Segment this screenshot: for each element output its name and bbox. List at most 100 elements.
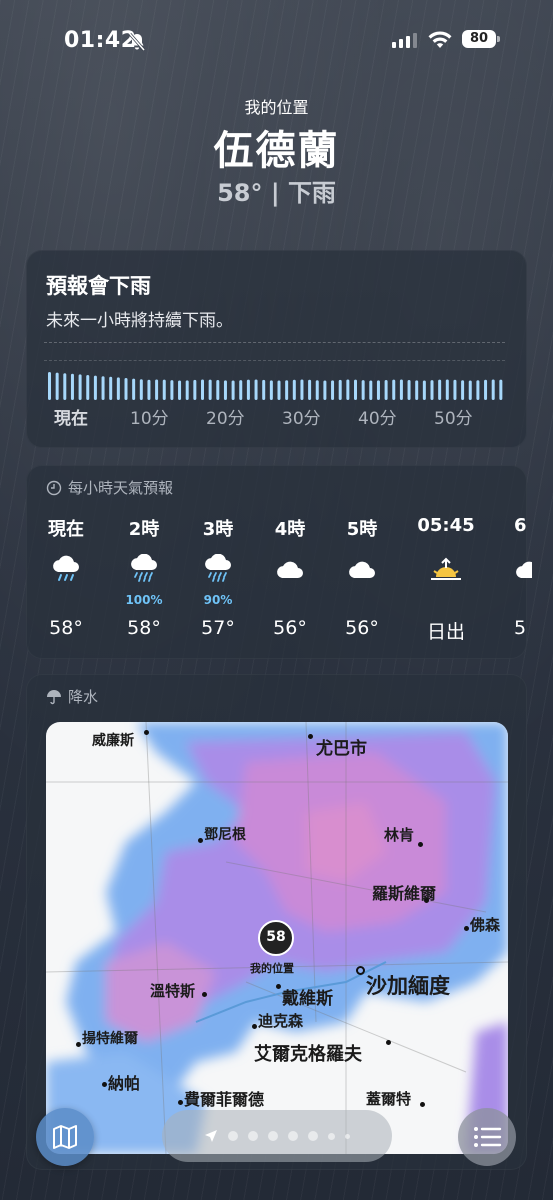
precip-bar	[292, 379, 296, 400]
map-city-fairfield[interactable]: 費爾菲爾德	[184, 1086, 264, 1110]
map-city-napa[interactable]: 納帕	[108, 1070, 140, 1094]
precip-bar	[70, 373, 74, 400]
chart-gridline	[44, 360, 505, 361]
precip-bar	[399, 379, 403, 400]
precip-bar	[231, 380, 235, 400]
precip-chance	[412, 593, 480, 607]
precip-bar	[445, 379, 449, 400]
precip-bar	[331, 380, 335, 400]
cloud-icon	[260, 541, 320, 597]
city-dot	[76, 1042, 81, 1047]
precip-bar	[323, 380, 327, 400]
precip-bar	[361, 380, 365, 400]
my-location-label: 我的位置	[250, 962, 294, 975]
precip-bar	[269, 380, 273, 400]
umbrella-icon	[47, 689, 61, 704]
precip-bar	[338, 379, 342, 400]
page-dot[interactable]	[308, 1131, 318, 1141]
my-location-marker[interactable]: 58	[258, 920, 294, 956]
hour-temp: 58°	[49, 617, 83, 639]
map-city-vacaville[interactable]: 揚特維爾	[82, 1028, 138, 1048]
precip-bar	[116, 377, 120, 400]
page-dot[interactable]	[288, 1131, 298, 1141]
precip-bar	[262, 379, 266, 400]
map-city-folsom[interactable]: 佛森	[470, 914, 500, 935]
page-dot[interactable]	[228, 1131, 238, 1141]
hour-item: 5時 56°	[332, 515, 392, 639]
chart-gridline	[44, 342, 505, 343]
precip-bar	[162, 379, 166, 400]
map-city-williams[interactable]: 威廉斯	[92, 730, 134, 750]
list-icon	[474, 1127, 502, 1147]
clock-icon	[46, 480, 62, 495]
precip-bar	[491, 379, 495, 400]
precipitation-map-card[interactable]: 降水 威廉斯 尤巴市 鄧尼根 林肯 羅斯維爾 佛森 58 我的位置 溫特斯 戴維…	[26, 674, 527, 1170]
precip-bar	[308, 379, 312, 400]
tick-label: 現在	[54, 409, 88, 429]
heavy-rain-cloud-icon	[188, 541, 248, 597]
page-dot[interactable]	[268, 1131, 278, 1141]
silent-bell-icon	[128, 33, 146, 51]
map-city-dixon[interactable]: 迪克森	[258, 1010, 303, 1031]
map-button[interactable]	[36, 1108, 94, 1166]
cloud-icon	[332, 541, 392, 597]
next-hour-precip-card[interactable]: 預報會下雨 未來一小時將持續下雨。 現在 10分 20分 30分 40分 50分	[26, 250, 527, 448]
precip-bar	[55, 372, 59, 400]
hour-temp: 日出	[426, 621, 465, 643]
city-dot	[420, 1102, 425, 1107]
map-city-lincoln[interactable]: 林肯	[384, 824, 414, 845]
precip-chance: 100%	[125, 593, 163, 607]
page-dot[interactable]	[328, 1132, 335, 1140]
precipitation-map[interactable]: 威廉斯 尤巴市 鄧尼根 林肯 羅斯維爾 佛森 58 我的位置 溫特斯 戴維斯 沙…	[46, 722, 508, 1154]
precip-bar	[499, 379, 503, 400]
hour-label: 5時	[346, 519, 378, 540]
city-dot	[356, 966, 365, 975]
precip-bar	[484, 379, 488, 400]
precip-subtitle: 未來一小時將持續下雨。	[46, 311, 233, 331]
precip-bar	[300, 379, 304, 400]
precip-bar	[354, 379, 357, 400]
precip-chance	[332, 593, 392, 607]
tick-label: 30分	[282, 409, 321, 429]
hour-item: 05:45 日出	[412, 515, 480, 644]
map-city-yuba-city[interactable]: 尤巴市	[316, 734, 367, 759]
precip-chance	[502, 593, 532, 607]
precip-bar	[277, 380, 281, 400]
location-page-indicator[interactable]	[162, 1110, 392, 1162]
city-dot	[424, 898, 429, 903]
precip-bar	[216, 380, 220, 400]
city-dot	[418, 842, 423, 847]
city-dot	[252, 1024, 257, 1029]
precip-bar	[178, 380, 182, 400]
map-city-elk-grove[interactable]: 艾爾克格羅夫	[254, 1040, 362, 1066]
map-city-chico[interactable]: 鄧尼根	[204, 824, 246, 844]
hour-temp: 56°	[345, 617, 379, 639]
precip-bar	[430, 380, 434, 400]
precip-map-header-text: 降水	[68, 688, 99, 706]
hour-label: 4時	[274, 519, 306, 540]
current-location-arrow-icon	[205, 1130, 217, 1142]
hour-item: 4時 56°	[260, 515, 320, 639]
map-city-galt[interactable]: 蓋爾特	[366, 1088, 411, 1109]
precip-bar	[285, 380, 289, 400]
precip-chance	[260, 593, 320, 607]
hourly-forecast-card[interactable]: 每小時天氣預報 現在 58° 2時 100% 58° 3時 90% 57° 4時…	[26, 465, 532, 659]
page-dot[interactable]	[345, 1133, 350, 1139]
precip-bar	[208, 379, 212, 400]
page-dot[interactable]	[248, 1131, 258, 1141]
tick-label: 20分	[206, 409, 245, 429]
heavy-rain-cloud-icon	[114, 541, 174, 597]
battery-nub	[497, 36, 500, 42]
current-condition: 58° | 下雨	[217, 179, 336, 207]
city-dot	[144, 730, 149, 735]
map-city-davis[interactable]: 戴維斯	[282, 984, 333, 1009]
hourly-header-text: 每小時天氣預報	[68, 479, 174, 497]
map-city-winters[interactable]: 溫特斯	[150, 980, 195, 1001]
map-city-sacramento[interactable]: 沙加緬度	[366, 970, 450, 1000]
hour-label: 3時	[202, 519, 234, 540]
location-list-button[interactable]	[458, 1108, 516, 1166]
hour-item: 現在 58°	[36, 515, 96, 639]
precip-bar	[139, 379, 143, 400]
precip-bar	[109, 376, 113, 400]
precip-bar	[392, 379, 396, 400]
